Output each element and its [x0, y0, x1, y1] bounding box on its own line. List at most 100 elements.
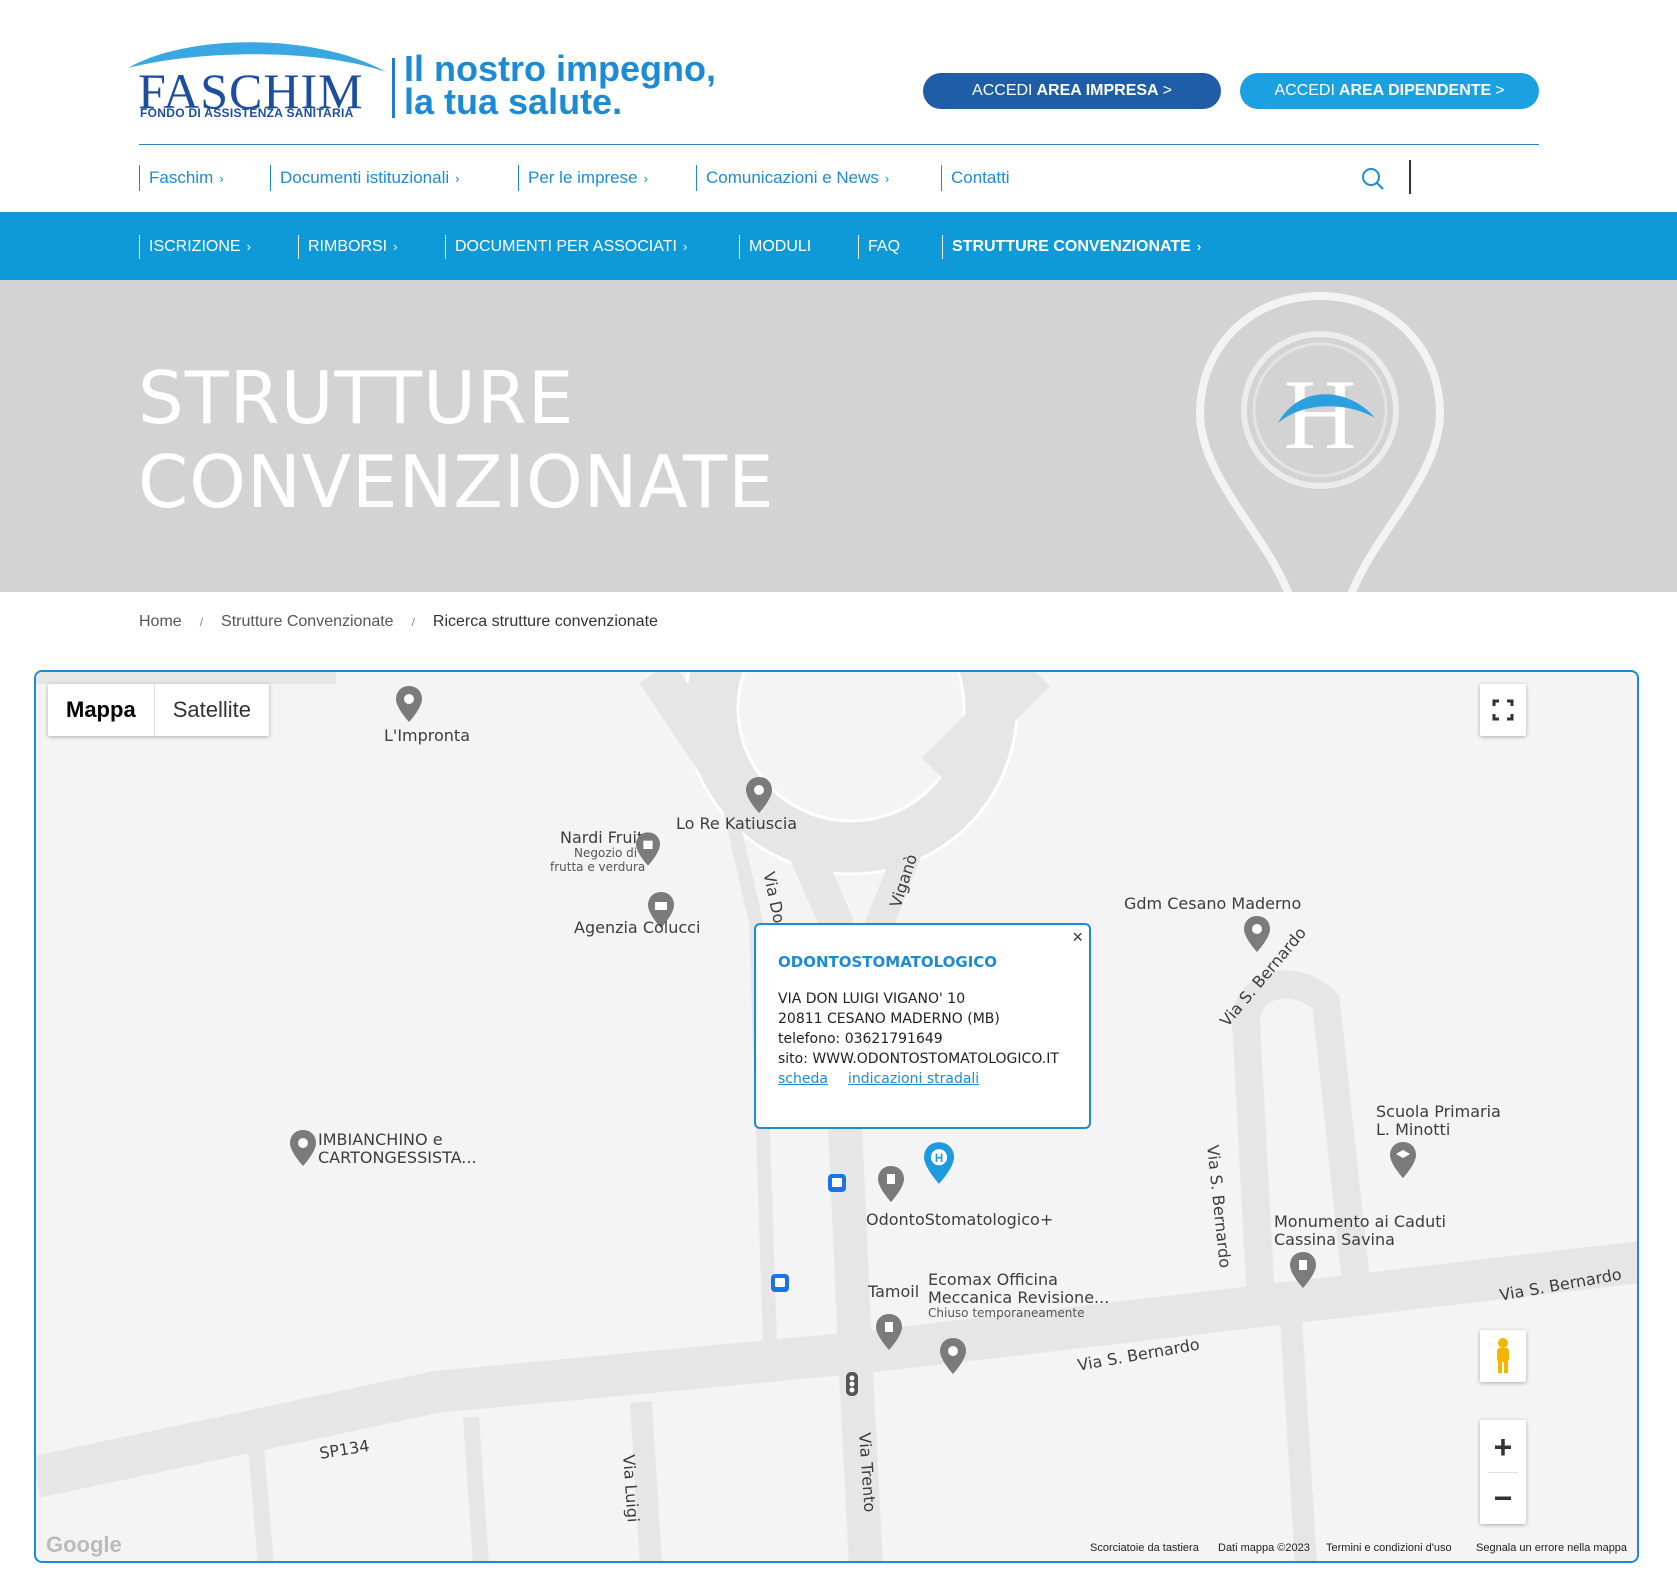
main-nav-documenti-associati[interactable]: DOCUMENTI PER ASSOCIATI ›: [445, 235, 687, 259]
chevron-right-icon: ›: [393, 239, 398, 254]
place-label[interactable]: Tamoil: [868, 1282, 919, 1301]
place-label[interactable]: Cassina Savina: [1274, 1230, 1395, 1249]
page-title: STRUTTURE CONVENZIONATE: [138, 356, 775, 524]
zoom-out-button[interactable]: −: [1494, 1473, 1513, 1523]
place-label[interactable]: CARTONGESSISTA...: [318, 1148, 477, 1167]
map-footer-report[interactable]: Segnala un errore nella mappa: [1476, 1542, 1627, 1554]
map-pin-icon[interactable]: [396, 686, 422, 722]
main-nav-label: ISCRIZIONE: [149, 238, 241, 255]
map-type-mappa[interactable]: Mappa: [48, 684, 154, 736]
gas-station-pin-icon[interactable]: [876, 1314, 902, 1350]
top-nav-label: Documenti istituzionali: [280, 168, 450, 187]
place-label[interactable]: IMBIANCHINO e: [318, 1130, 443, 1149]
slogan-line-2: la tua salute.: [404, 81, 623, 122]
info-window-directions-link[interactable]: indicazioni stradali: [848, 1071, 979, 1087]
breadcrumb-strutture[interactable]: Strutture Convenzionate: [221, 613, 394, 631]
pegman-icon: [1497, 1338, 1509, 1373]
dentist-pin-icon[interactable]: [878, 1166, 904, 1202]
chevron-right-icon: ›: [643, 171, 648, 186]
place-label[interactable]: Agenzia Colucci: [574, 918, 700, 937]
top-nav-item-contatti[interactable]: Contatti: [941, 165, 1010, 191]
place-label[interactable]: Meccanica Revisione...: [928, 1288, 1109, 1307]
place-label[interactable]: Lo Re Katiuscia: [676, 814, 797, 833]
nav-divider: [1409, 160, 1411, 194]
google-logo[interactable]: Google: [46, 1532, 122, 1558]
school-pin-icon[interactable]: [1390, 1142, 1416, 1178]
traffic-light-icon: [846, 1372, 858, 1396]
place-label[interactable]: Nardi Fruit: [560, 828, 643, 847]
top-nav-label: Contatti: [951, 168, 1010, 187]
place-label[interactable]: L. Minotti: [1376, 1120, 1450, 1139]
fullscreen-button[interactable]: [1480, 684, 1526, 736]
place-label[interactable]: Ecomax Officina: [928, 1270, 1058, 1289]
hero-banner: STRUTTURE CONVENZIONATE H: [0, 280, 1677, 592]
main-nav-label: FAQ: [868, 238, 901, 255]
top-nav-label: Per le imprese: [528, 168, 638, 187]
place-sublabel: Negozio di: [574, 846, 638, 860]
btn-impresa-prefix: ACCEDI: [972, 82, 1033, 99]
map-pin-icon[interactable]: [746, 777, 772, 813]
map-pin-icon[interactable]: [940, 1338, 966, 1374]
info-window-city: 20811 CESANO MADERNO (MB): [778, 1011, 1000, 1027]
shopping-pin-icon[interactable]: [636, 832, 660, 866]
place-label[interactable]: Gdm Cesano Maderno: [1124, 894, 1301, 913]
main-nav-label: STRUTTURE CONVENZIONATE: [952, 238, 1191, 255]
chevron-right-icon: ›: [884, 171, 890, 186]
bus-stop-icon[interactable]: [771, 1274, 789, 1292]
main-nav-label: MODULI: [749, 238, 812, 255]
zoom-in-button[interactable]: +: [1494, 1422, 1513, 1472]
google-map[interactable]: Mappa Satellite + − L'Impronta Lo Re Kat…: [34, 670, 1639, 1563]
breadcrumb-home[interactable]: Home: [139, 613, 182, 631]
hospital-pin-icon: H: [1195, 292, 1445, 592]
top-nav-item-comunicazioni-news[interactable]: Comunicazioni e News ›: [696, 165, 889, 191]
bus-stop-icon[interactable]: [828, 1174, 846, 1192]
faschim-logo[interactable]: FASCHIM FONDO DI ASSISTENZA SANITARIA: [128, 38, 388, 124]
place-sublabel: frutta e verdura: [550, 860, 646, 874]
breadcrumb: Home / Strutture Convenzionate / Ricerca str…: [139, 613, 658, 631]
accedi-area-dipendente-button[interactable]: ACCEDI AREA DIPENDENTE >: [1240, 73, 1539, 109]
map-pin-icon[interactable]: [1244, 916, 1270, 952]
main-nav-faq[interactable]: FAQ: [858, 235, 900, 259]
site-header: FASCHIM FONDO DI ASSISTENZA SANITARIA Il…: [0, 0, 1677, 210]
map-footer-terms[interactable]: Termini e condizioni d'uso: [1326, 1542, 1452, 1554]
map-footer-shortcuts[interactable]: Scorciatoie da tastiera: [1090, 1542, 1199, 1554]
close-icon[interactable]: ×: [1072, 927, 1083, 948]
logo-divider: [392, 58, 395, 118]
chevron-right-icon: ›: [682, 239, 688, 254]
info-window-phone: telefono: 03621791649: [778, 1031, 943, 1047]
svg-text:H: H: [1284, 359, 1356, 470]
page: FASCHIM FONDO DI ASSISTENZA SANITARIA Il…: [0, 0, 1677, 1584]
map-pin-icon[interactable]: [290, 1130, 316, 1166]
info-window-site: sito: WWW.ODONTOSTOMATOLOGICO.IT: [778, 1051, 1059, 1067]
top-nav-label: Faschim: [149, 168, 214, 187]
place-label[interactable]: L'Impronta: [384, 726, 470, 745]
breadcrumb-separator: /: [411, 615, 415, 629]
header-rule: [139, 144, 1539, 145]
monument-pin-icon[interactable]: [1290, 1252, 1316, 1288]
chevron-right-icon: ›: [246, 239, 251, 254]
main-nav-iscrizione[interactable]: ISCRIZIONE ›: [139, 235, 251, 259]
main-nav-label: RIMBORSI: [308, 238, 388, 255]
search-icon[interactable]: [1360, 166, 1386, 192]
map-type-satellite[interactable]: Satellite: [155, 684, 269, 736]
map-footer-data: Dati mappa ©2023: [1218, 1542, 1310, 1554]
place-label[interactable]: Monumento ai Caduti: [1274, 1212, 1446, 1231]
place-label[interactable]: OdontoStomatologico+: [866, 1210, 1053, 1229]
top-nav-item-faschim[interactable]: Faschim ›: [139, 165, 224, 191]
street-view-pegman[interactable]: [1480, 1330, 1526, 1382]
main-nav-strutture-convenzionate[interactable]: STRUTTURE CONVENZIONATE ›: [942, 235, 1201, 259]
btn-dipendente-prefix: ACCEDI: [1274, 82, 1335, 99]
place-label[interactable]: Scuola Primaria: [1376, 1102, 1501, 1121]
hospital-marker-icon[interactable]: H: [924, 1142, 954, 1184]
page-title-line-2: CONVENZIONATE: [138, 440, 775, 524]
main-nav-moduli[interactable]: MODULI: [739, 235, 811, 259]
top-nav-item-per-le-imprese[interactable]: Per le imprese ›: [518, 165, 648, 191]
top-nav-item-documenti-istituzionali[interactable]: Documenti istituzionali ›: [270, 165, 459, 191]
place-sublabel: Chiuso temporaneamente: [928, 1306, 1085, 1320]
chevron-right-icon: ›: [219, 171, 224, 186]
info-window-scheda-link[interactable]: scheda: [778, 1071, 828, 1087]
chevron-right-icon: ›: [455, 171, 460, 186]
accedi-area-impresa-button[interactable]: ACCEDI AREA IMPRESA >: [923, 73, 1221, 109]
main-nav-rimborsi[interactable]: RIMBORSI ›: [298, 235, 397, 259]
chevron-right-icon: ›: [1196, 239, 1202, 254]
